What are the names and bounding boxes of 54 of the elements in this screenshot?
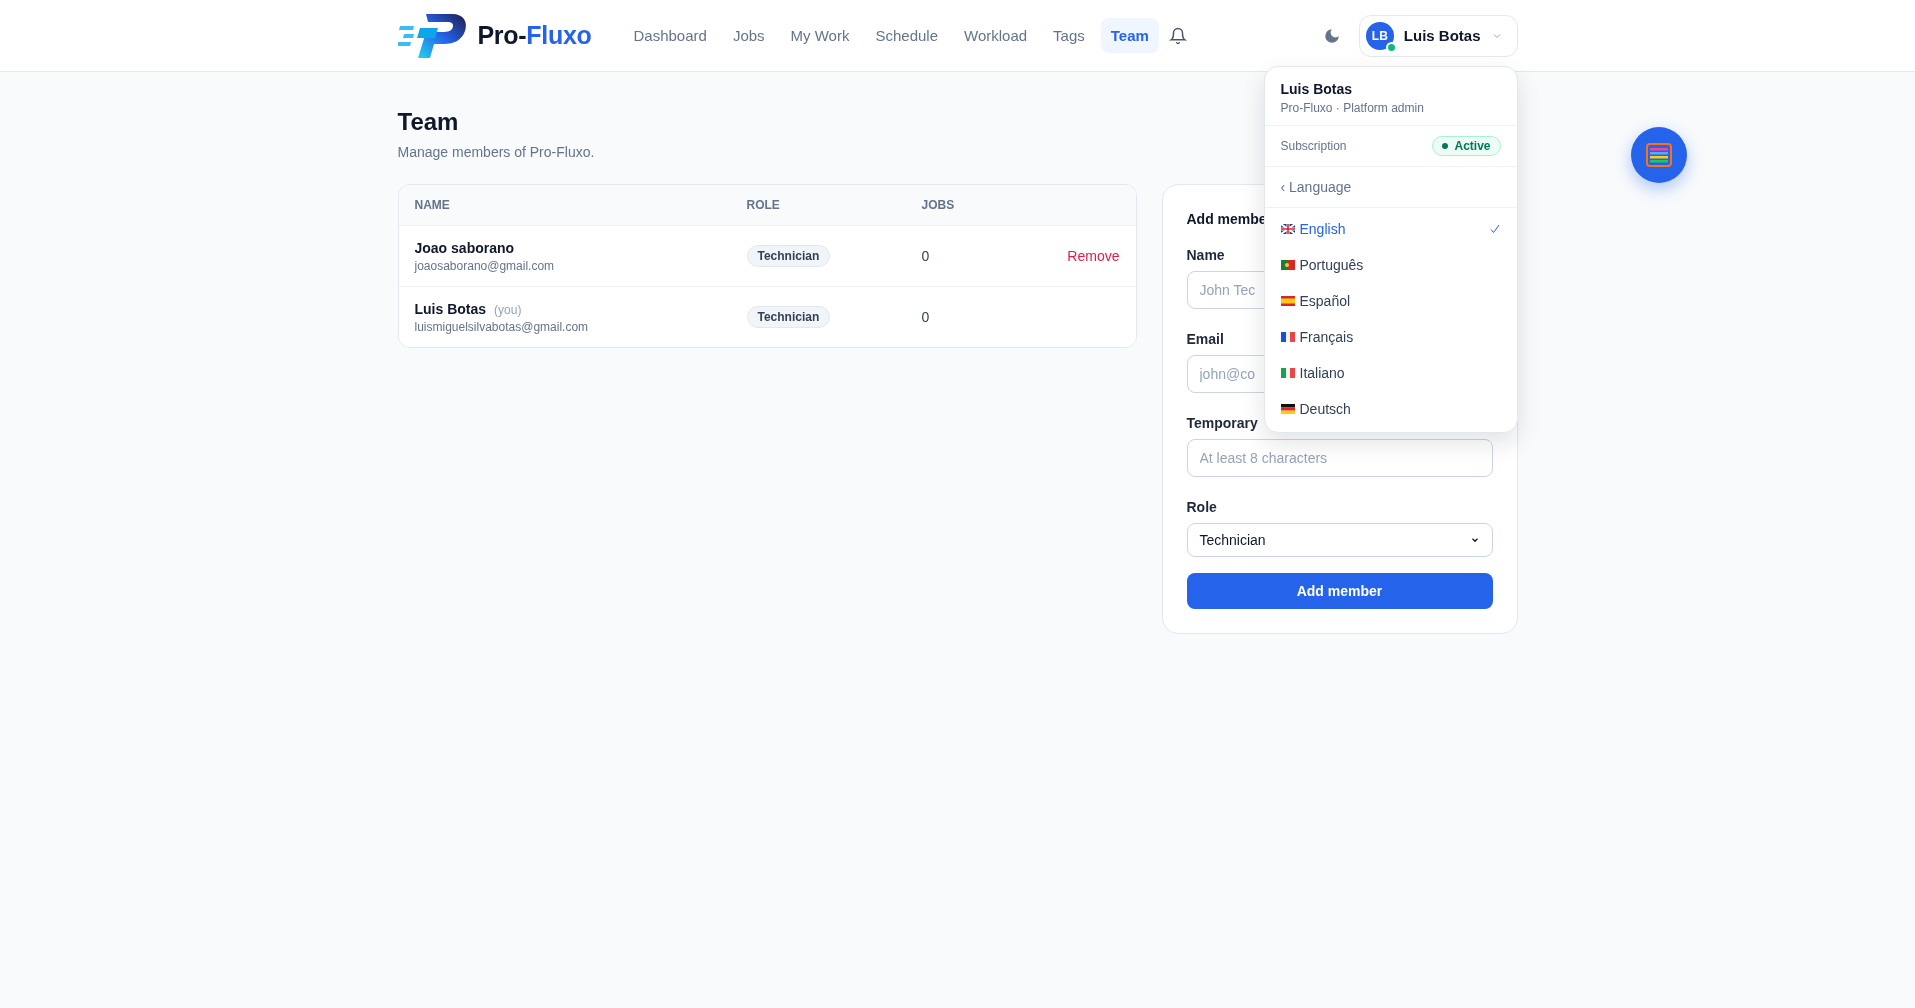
subscription-status-badge: Active	[1432, 136, 1501, 156]
member-name: Joao saborano	[414, 239, 515, 256]
language-option[interactable]: Deutsch	[1264, 391, 1517, 427]
member-email: joaosaborano@gmail.com	[414, 258, 556, 273]
nav-link[interactable]: Tags	[1043, 18, 1095, 53]
member-name: Luis Botas	[414, 300, 487, 317]
language-option[interactable]: Español	[1264, 283, 1517, 319]
nav-link[interactable]: Team	[1100, 18, 1159, 53]
flag-icon	[1280, 368, 1295, 378]
language-back-link[interactable]: ‹ Language	[1280, 179, 1352, 195]
nav-link[interactable]: Workload	[954, 18, 1038, 53]
flag-icon	[1280, 260, 1295, 270]
flag-icon	[1280, 296, 1295, 306]
user-avatar: LB	[1365, 21, 1394, 50]
menu-user-role: Pro-Fluxo · Platform admin	[1280, 101, 1425, 115]
form-title: Add membe	[1186, 211, 1267, 227]
role-badge: Technician	[746, 306, 831, 328]
member-email: luismiguelsilvabotas@gmail.com	[414, 319, 590, 334]
nav-link[interactable]: My Work	[780, 18, 860, 53]
jobs-count: 0	[921, 309, 931, 325]
role-badge: Technician	[746, 245, 831, 267]
field-label: Role	[1186, 499, 1217, 515]
language-option[interactable]: Português	[1264, 247, 1517, 283]
column-header: JOBS	[921, 198, 956, 212]
page-title: Team	[397, 108, 459, 136]
subscription-label: Subscription	[1280, 139, 1347, 153]
input-field[interactable]: At least 8 characters	[1186, 439, 1493, 477]
field-label: Email	[1186, 331, 1224, 347]
column-header: NAME	[414, 198, 451, 212]
language-option[interactable]: English	[1264, 211, 1517, 247]
language-option[interactable]: Français	[1264, 319, 1517, 355]
field-label: Temporary	[1186, 415, 1258, 431]
logo-icon	[397, 11, 468, 60]
jobs-count: 0	[921, 248, 931, 264]
abacus-icon	[1646, 143, 1672, 167]
column-header: ROLE	[746, 198, 781, 212]
menu-user-name: Luis Botas	[1280, 81, 1354, 97]
nav-link[interactable]: Jobs	[722, 18, 775, 53]
flag-icon	[1280, 332, 1295, 342]
page-subtitle: Manage members of Pro-Fluxo.	[397, 144, 595, 160]
floating-action-button[interactable]	[1631, 127, 1687, 183]
remove-link[interactable]: Remove	[1067, 248, 1120, 264]
nav-link[interactable]: Dashboard	[623, 18, 717, 53]
checkmark-icon	[1488, 223, 1501, 235]
you-tag: (you)	[494, 302, 522, 317]
field-label: Name	[1186, 247, 1225, 263]
flag-icon	[1280, 404, 1295, 414]
role-select[interactable]: Technician	[1186, 523, 1493, 557]
user-menu-button[interactable]: LB Luis Botas	[1358, 14, 1518, 57]
flag-icon	[1280, 224, 1295, 234]
add-member-button[interactable]: Add member	[1186, 573, 1493, 609]
nav-link[interactable]: Schedule	[865, 18, 948, 53]
brand-name: Pro-Fluxo	[477, 21, 592, 50]
language-option[interactable]: Italiano	[1264, 355, 1517, 391]
